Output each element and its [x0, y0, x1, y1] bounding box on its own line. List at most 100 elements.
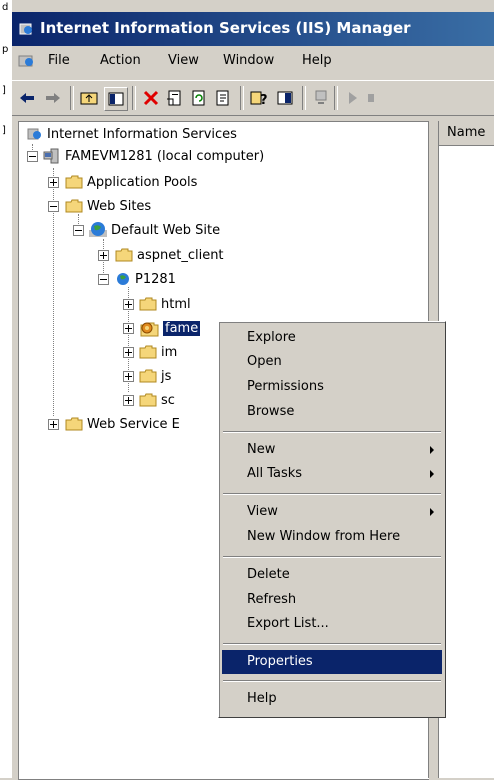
menu-separator [223, 556, 441, 558]
menu-item-delete[interactable]: Delete [222, 563, 442, 587]
menu-separator [223, 431, 441, 433]
menu-separator [223, 680, 441, 682]
expand-button[interactable] [48, 419, 59, 430]
tree-node-app-pools[interactable]: Application Pools [65, 171, 197, 193]
console-icon[interactable] [274, 87, 296, 109]
submenu-arrow-icon [430, 470, 434, 478]
tree-node-label: Web Service E [87, 416, 180, 432]
svg-text:?: ? [260, 93, 268, 106]
menu-item-label: Help [247, 691, 277, 706]
menu-window[interactable]: Window [223, 53, 274, 68]
menu-item-export-list[interactable]: Export List... [222, 612, 442, 636]
export-list-icon[interactable] [212, 87, 234, 109]
menu-item-label: Permissions [247, 379, 324, 394]
properties-icon[interactable] [164, 87, 186, 109]
menu-separator [223, 643, 441, 645]
refresh-icon[interactable] [188, 87, 210, 109]
tree-node-p1281[interactable]: P1281 [115, 268, 176, 290]
column-header-label: Name [447, 125, 486, 140]
tree-node-label-selected: fame [163, 320, 201, 336]
menu-item-label: All Tasks [247, 466, 303, 481]
submenu-arrow-icon [430, 446, 434, 454]
tree-node-web-sites[interactable]: Web Sites [65, 195, 151, 217]
context-menu: Explore Open Permissions Browse New All … [218, 321, 446, 718]
expand-button[interactable] [48, 177, 59, 188]
menu-item-label: New Window from Here [247, 529, 401, 544]
menu-item-new[interactable]: New [222, 438, 442, 462]
menu-item-label: View [247, 504, 278, 519]
menu-item-permissions[interactable]: Permissions [222, 375, 442, 399]
tree-node-label: sc [161, 392, 175, 408]
folder-icon [115, 248, 133, 262]
title-bar[interactable]: Internet Information Services (IIS) Mana… [12, 12, 494, 46]
tree-node-label: FAMEVM1281 (local computer) [65, 148, 265, 164]
menu-item-refresh[interactable]: Refresh [222, 588, 442, 612]
menu-item-open[interactable]: Open [222, 350, 442, 374]
tree-node-html[interactable]: html [139, 293, 191, 315]
tree-node-label: im [161, 344, 178, 360]
window-title: Internet Information Services (IIS) Mana… [40, 19, 411, 37]
forward-arrow-icon[interactable] [42, 87, 64, 109]
console-menu-icon[interactable] [18, 53, 36, 69]
menu-item-properties[interactable]: Properties [222, 650, 442, 674]
tree-node-root[interactable]: Internet Information Services [27, 123, 237, 145]
play-icon[interactable] [342, 87, 364, 109]
tree-node-default-web-site[interactable]: Default Web Site [89, 219, 220, 241]
collapse-button[interactable] [48, 201, 59, 212]
show-hide-tree-icon[interactable] [104, 87, 128, 111]
iis-manager-window: Internet Information Services (IIS) Mana… [12, 0, 494, 780]
tree-node-aspnet-client[interactable]: aspnet_client [115, 244, 224, 266]
list-pane[interactable]: Name [438, 121, 494, 778]
expand-button[interactable] [123, 299, 134, 310]
expand-button[interactable] [123, 347, 134, 358]
menu-item-all-tasks[interactable]: All Tasks [222, 462, 442, 486]
menu-item-help[interactable]: Help [222, 687, 442, 711]
back-arrow-icon[interactable] [16, 87, 38, 109]
tree-node-im[interactable]: im [139, 341, 177, 363]
iis-root-icon [27, 128, 41, 140]
tree-node-js[interactable]: js [139, 365, 171, 387]
tree-node-label: aspnet_client [137, 247, 224, 263]
menu-help[interactable]: Help [302, 53, 332, 68]
menu-item-label: Explore [247, 330, 296, 345]
tree-node-label: html [161, 296, 191, 312]
stop-icon[interactable] [366, 87, 376, 109]
collapse-button[interactable] [73, 225, 84, 236]
globe-icon [117, 273, 129, 285]
collapse-button[interactable] [27, 151, 38, 162]
computer-icon[interactable] [310, 87, 332, 109]
menu-item-new-window[interactable]: New Window from Here [222, 525, 442, 549]
folder-icon [139, 345, 157, 359]
tree-node-label: Default Web Site [111, 222, 221, 238]
menu-item-browse[interactable]: Browse [222, 400, 442, 424]
menu-item-label: Delete [247, 567, 290, 582]
folder-icon [139, 297, 157, 311]
collapse-button[interactable] [98, 274, 109, 285]
tree-node-label: Application Pools [87, 174, 198, 190]
menu-view[interactable]: View [168, 53, 199, 68]
help-icon[interactable]: ? [248, 87, 270, 109]
tree-node-computer[interactable]: FAMEVM1281 (local computer) [43, 145, 264, 167]
expand-button[interactable] [123, 395, 134, 406]
menu-item-explore[interactable]: Explore [222, 326, 442, 350]
expand-button[interactable] [98, 250, 109, 261]
folder-icon [65, 417, 83, 431]
menu-file[interactable]: File [48, 53, 70, 68]
delete-icon[interactable] [140, 87, 162, 109]
expand-button[interactable] [123, 371, 134, 382]
folder-icon [139, 369, 157, 383]
column-header-name[interactable]: Name [439, 121, 494, 146]
menu-item-view[interactable]: View [222, 500, 442, 524]
iis-app-icon [19, 23, 32, 35]
tree-node-sc[interactable]: sc [139, 389, 175, 411]
tree-node-fame[interactable]: fame [139, 317, 201, 339]
virtual-directory-gear-icon [140, 322, 159, 337]
tree-node-label: P1281 [135, 271, 176, 287]
strip-glyph: ] [2, 85, 6, 96]
tree-node-web-service-extensions[interactable]: Web Service E [65, 413, 180, 435]
submenu-arrow-icon [430, 508, 434, 516]
menu-bar: File Action View Window Help [12, 48, 494, 74]
expand-button[interactable] [123, 323, 134, 334]
up-folder-icon[interactable] [78, 87, 100, 109]
menu-action[interactable]: Action [100, 53, 141, 68]
